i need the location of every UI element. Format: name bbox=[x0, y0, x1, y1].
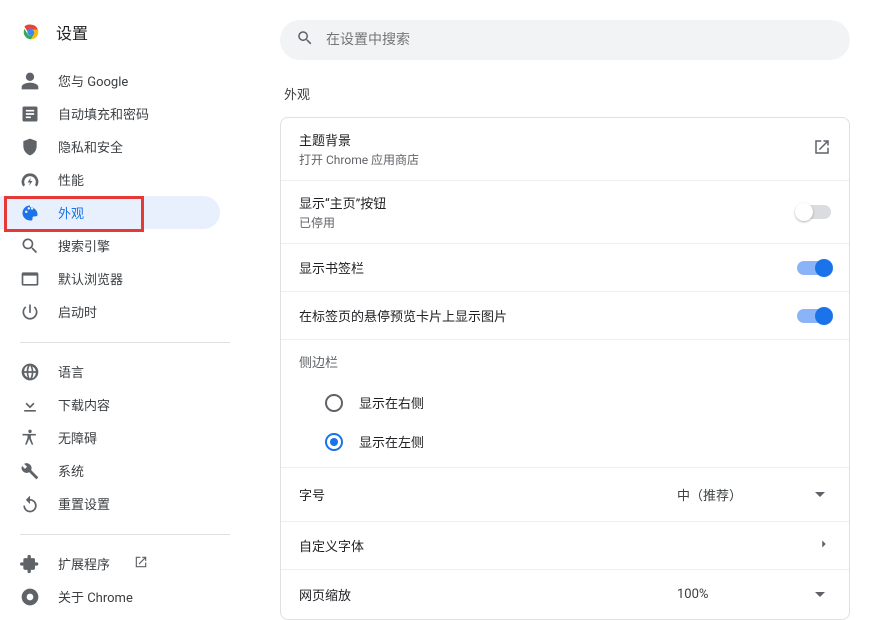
radio-side-panel-left[interactable]: 显示在左侧 bbox=[299, 422, 831, 461]
sidebar-item-search-engine[interactable]: 搜索引擎 bbox=[0, 229, 220, 262]
wrench-icon bbox=[20, 461, 40, 481]
section-title: 外观 bbox=[280, 84, 864, 103]
extension-icon bbox=[20, 554, 40, 574]
sidebar-item-reset[interactable]: 重置设置 bbox=[0, 487, 220, 520]
power-icon bbox=[20, 302, 40, 322]
row-label: 显示“主页”按钮 bbox=[299, 193, 386, 212]
shield-icon bbox=[20, 137, 40, 157]
appearance-card: 主题背景 打开 Chrome 应用商店 显示“主页”按钮 已停用 显示书签栏 在… bbox=[280, 117, 850, 620]
sidebar-item-label: 隐私和安全 bbox=[58, 137, 123, 156]
radio-label: 显示在右侧 bbox=[359, 393, 424, 412]
person-icon bbox=[20, 71, 40, 91]
select-value: 100% bbox=[677, 587, 708, 602]
search-icon bbox=[20, 236, 40, 256]
sidebar-item-privacy[interactable]: 隐私和安全 bbox=[0, 130, 220, 163]
radio-icon bbox=[325, 433, 343, 451]
sidebar-item-startup[interactable]: 启动时 bbox=[0, 295, 220, 328]
search-input[interactable] bbox=[326, 32, 834, 48]
sidebar-item-system[interactable]: 系统 bbox=[0, 454, 220, 487]
autofill-icon bbox=[20, 104, 40, 124]
row-sublabel: 已停用 bbox=[299, 214, 386, 231]
sidebar-item-label: 搜索引擎 bbox=[58, 236, 110, 255]
sidebar-item-label: 语言 bbox=[58, 362, 84, 381]
sidebar-item-accessibility[interactable]: 无障碍 bbox=[0, 421, 220, 454]
radio-icon bbox=[325, 394, 343, 412]
row-page-zoom: 网页缩放 100% bbox=[281, 569, 849, 619]
row-font-size: 字号 中（推荐） bbox=[281, 467, 849, 521]
nav-separator bbox=[20, 342, 230, 343]
sidebar-item-about[interactable]: 关于 Chrome bbox=[0, 580, 220, 613]
select-value: 中（推荐） bbox=[677, 485, 742, 504]
row-label: 字号 bbox=[299, 485, 325, 504]
sidebar-item-label: 默认浏览器 bbox=[58, 269, 123, 288]
palette-icon bbox=[20, 203, 40, 223]
sidebar-item-label: 无障碍 bbox=[58, 428, 97, 447]
select-font-size[interactable]: 中（推荐） bbox=[671, 480, 831, 509]
toggle-home-button[interactable] bbox=[797, 205, 831, 219]
radio-side-panel-right[interactable]: 显示在右侧 bbox=[299, 383, 831, 422]
sidebar-item-label: 系统 bbox=[58, 461, 84, 480]
row-label: 网页缩放 bbox=[299, 585, 351, 604]
sidebar-item-label: 扩展程序 bbox=[58, 554, 110, 573]
chrome-icon bbox=[20, 587, 40, 607]
dropdown-triangle-icon bbox=[815, 592, 825, 597]
page-title: 设置 bbox=[56, 20, 88, 44]
sidebar-item-autofill[interactable]: 自动填充和密码 bbox=[0, 97, 220, 130]
sidebar-item-label: 关于 Chrome bbox=[58, 587, 133, 606]
sidebar-item-appearance[interactable]: 外观 bbox=[0, 196, 220, 229]
open-external-icon bbox=[134, 554, 148, 573]
row-home-button: 显示“主页”按钮 已停用 bbox=[281, 180, 849, 243]
radio-label: 显示在左侧 bbox=[359, 432, 424, 451]
speed-icon bbox=[20, 170, 40, 190]
sidebar-item-language[interactable]: 语言 bbox=[0, 355, 220, 388]
reset-icon bbox=[20, 494, 40, 514]
chevron-right-icon bbox=[817, 536, 831, 555]
search-icon bbox=[296, 29, 314, 51]
row-label: 显示书签栏 bbox=[299, 258, 364, 277]
subsection-side-panel: 侧边栏 显示在右侧 显示在左侧 bbox=[281, 339, 849, 467]
row-label: 自定义字体 bbox=[299, 536, 364, 555]
open-external-icon bbox=[813, 138, 831, 160]
nav-separator bbox=[20, 534, 230, 535]
search-box[interactable] bbox=[280, 20, 850, 60]
row-label: 主题背景 bbox=[299, 130, 419, 149]
download-icon bbox=[20, 395, 40, 415]
row-label: 在标签页的悬停预览卡片上显示图片 bbox=[299, 306, 507, 325]
browser-icon bbox=[20, 269, 40, 289]
subsection-title: 侧边栏 bbox=[299, 352, 831, 371]
row-theme[interactable]: 主题背景 打开 Chrome 应用商店 bbox=[281, 118, 849, 180]
row-sublabel: 打开 Chrome 应用商店 bbox=[299, 151, 419, 168]
toggle-hover-card-images[interactable] bbox=[797, 309, 831, 323]
row-custom-fonts[interactable]: 自定义字体 bbox=[281, 521, 849, 569]
row-hover-card-images: 在标签页的悬停预览卡片上显示图片 bbox=[281, 291, 849, 339]
sidebar-item-you-and-google[interactable]: 您与 Google bbox=[0, 64, 220, 97]
dropdown-triangle-icon bbox=[815, 492, 825, 497]
sidebar-item-label: 启动时 bbox=[58, 302, 97, 321]
sidebar-header: 设置 bbox=[0, 20, 250, 60]
select-page-zoom[interactable]: 100% bbox=[671, 582, 831, 607]
sidebar-item-label: 性能 bbox=[58, 170, 84, 189]
sidebar-item-label: 外观 bbox=[58, 203, 84, 222]
toggle-bookmarks-bar[interactable] bbox=[797, 261, 831, 275]
sidebar-item-label: 下载内容 bbox=[58, 395, 110, 414]
sidebar-item-extensions[interactable]: 扩展程序 bbox=[0, 547, 220, 580]
accessibility-icon bbox=[20, 428, 40, 448]
sidebar-item-label: 重置设置 bbox=[58, 494, 110, 513]
sidebar-item-performance[interactable]: 性能 bbox=[0, 163, 220, 196]
sidebar-item-label: 自动填充和密码 bbox=[58, 104, 149, 123]
row-bookmarks-bar: 显示书签栏 bbox=[281, 243, 849, 291]
sidebar-item-default-browser[interactable]: 默认浏览器 bbox=[0, 262, 220, 295]
sidebar-item-label: 您与 Google bbox=[58, 71, 128, 90]
globe-icon bbox=[20, 362, 40, 382]
sidebar-item-downloads[interactable]: 下载内容 bbox=[0, 388, 220, 421]
chrome-logo-icon bbox=[20, 21, 42, 43]
